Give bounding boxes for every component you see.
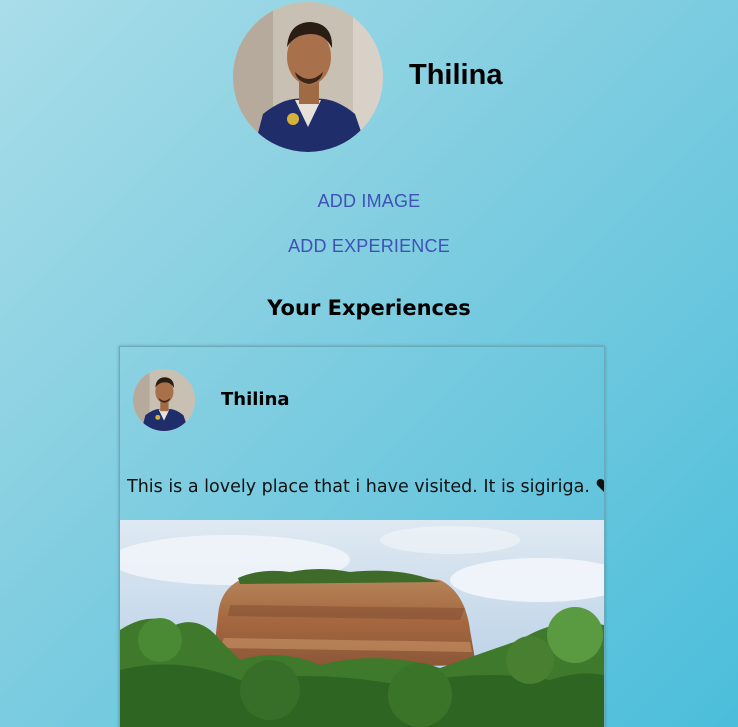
- section-title: Your Experiences: [267, 296, 471, 320]
- sigiriya-rock-photo-icon: [120, 520, 604, 727]
- profile-photo-icon: [233, 2, 383, 152]
- add-image-button[interactable]: ADD IMAGE: [0, 191, 738, 212]
- heart-icon: [596, 478, 604, 499]
- profile-photo-icon: [133, 369, 195, 431]
- experience-card: Thilina This is a lovely place that i ha…: [119, 346, 605, 727]
- experience-text: This is a lovely place that i have visit…: [127, 477, 604, 499]
- add-experience-button[interactable]: ADD EXPERIENCE: [0, 236, 738, 257]
- profile-avatar: [233, 2, 383, 152]
- experience-text-body: This is a lovely place that i have visit…: [127, 477, 590, 497]
- profile-header: Thilina: [233, 2, 502, 152]
- card-header: Thilina: [133, 369, 290, 431]
- card-author-name: Thilina: [221, 388, 290, 410]
- card-author-avatar: [133, 369, 195, 431]
- profile-name: Thilina: [409, 58, 503, 91]
